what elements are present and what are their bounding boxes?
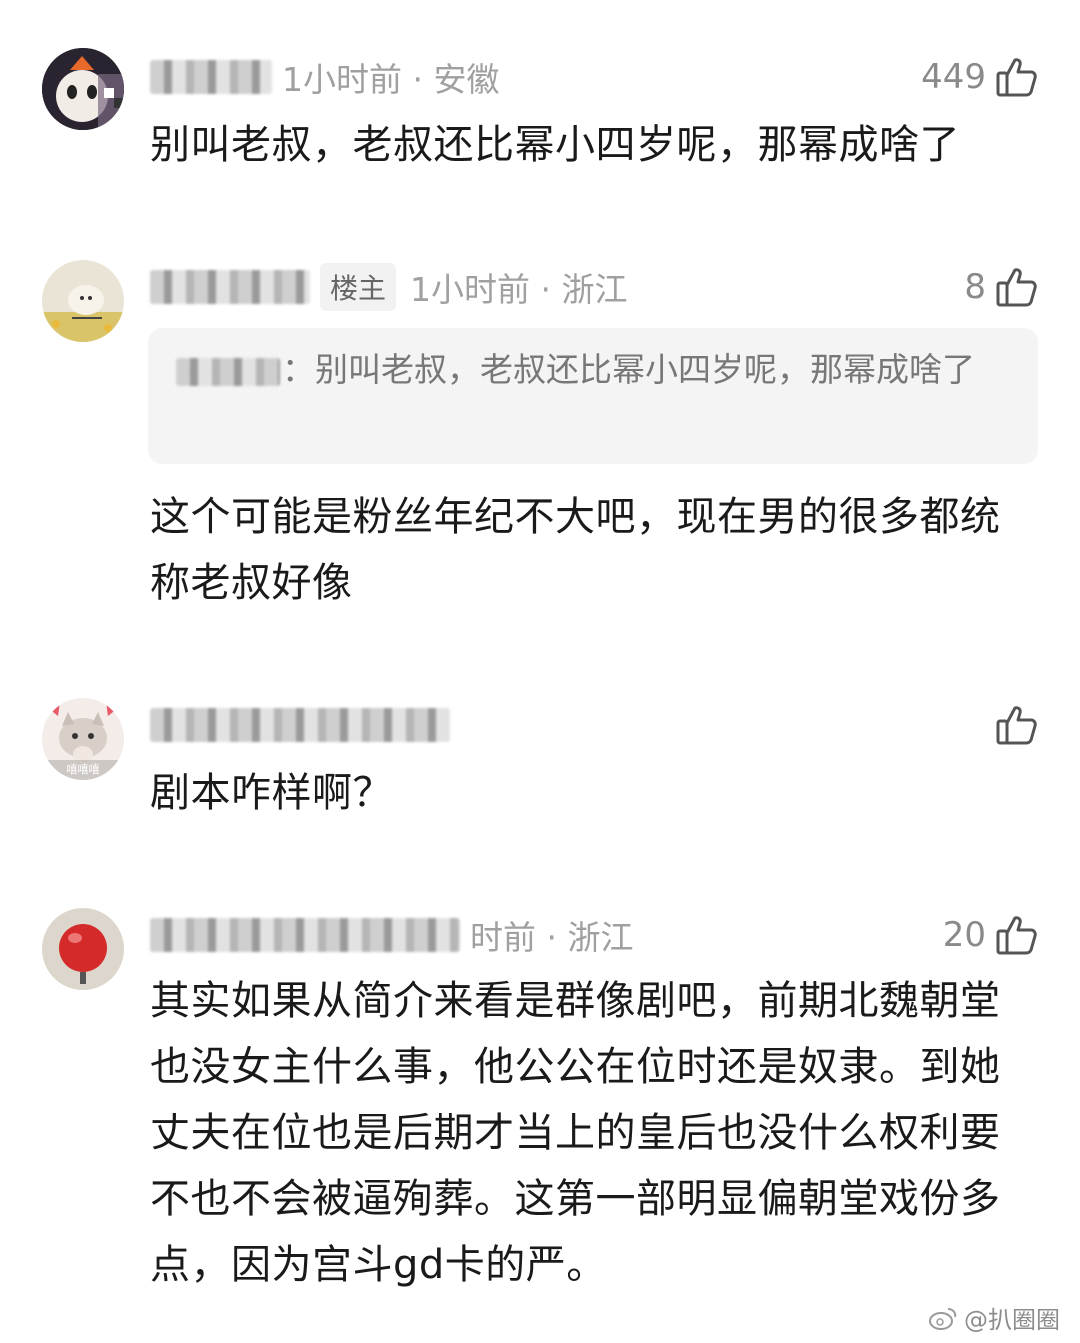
comment-text: 剧本咋样啊？ [150,770,393,816]
like-button[interactable]: 449 [921,52,1038,102]
comment-meta [150,700,460,750]
comment-meta: 时前 · 浙江 [150,910,633,960]
time-location: 1小时前 · 浙江 [410,270,628,309]
time-location: 1小时前 · 安徽 [282,60,500,99]
username-blurred[interactable] [150,270,310,304]
comment-text: 别叫老叔，老叔还比幂小四岁呢，那幂成啥了 [150,122,960,168]
watermark-text: @扒圈圈 [964,1306,1060,1334]
like-count: 8 [964,267,986,307]
username-blurred[interactable] [150,708,450,742]
like-count: 20 [942,915,986,955]
weibo-logo-icon [929,1307,957,1330]
quoted-comment[interactable]: ：别叫老叔，老叔还比幂小四岁呢，那幂成啥了 [148,328,1038,464]
avatar[interactable] [42,260,124,342]
comment-text: 这个可能是粉丝年纪不大吧，现在男的很多都统称老叔好像 [150,494,1001,606]
comment-meta: 楼主 1小时前 · 浙江 [150,262,627,312]
thumbs-up-icon [996,916,1037,955]
like-button[interactable]: 20 [943,910,1038,960]
op-badge: 楼主 [320,263,397,311]
thumbs-up-icon [996,58,1037,97]
quoted-text: ：别叫老叔，老叔还比幂小四岁呢，那幂成啥了 [282,350,975,389]
thumbs-up-icon [996,706,1037,745]
thumbs-up-icon [996,268,1037,307]
avatar[interactable] [42,48,124,130]
username-blurred[interactable] [150,60,272,94]
avatar[interactable]: 嘻嘻嘻 [42,698,124,780]
like-button[interactable] [986,700,1038,750]
time-location: 时前 · 浙江 [470,918,634,957]
avatar[interactable] [42,908,124,990]
like-count: 449 [921,57,986,97]
quoted-username-blurred [176,357,280,386]
like-button[interactable]: 8 [964,262,1038,312]
avatar-badge-text: 嘻嘻嘻 [67,763,100,776]
watermark: @扒圈圈 [928,1300,1060,1335]
comment-meta: 1小时前 · 安徽 [150,52,499,102]
username-blurred[interactable] [150,918,460,952]
comment-text: 其实如果从简介来看是群像剧吧，前期北魏朝堂也没女主什么事，他公公在位时还是奴隶。… [150,978,1001,1288]
